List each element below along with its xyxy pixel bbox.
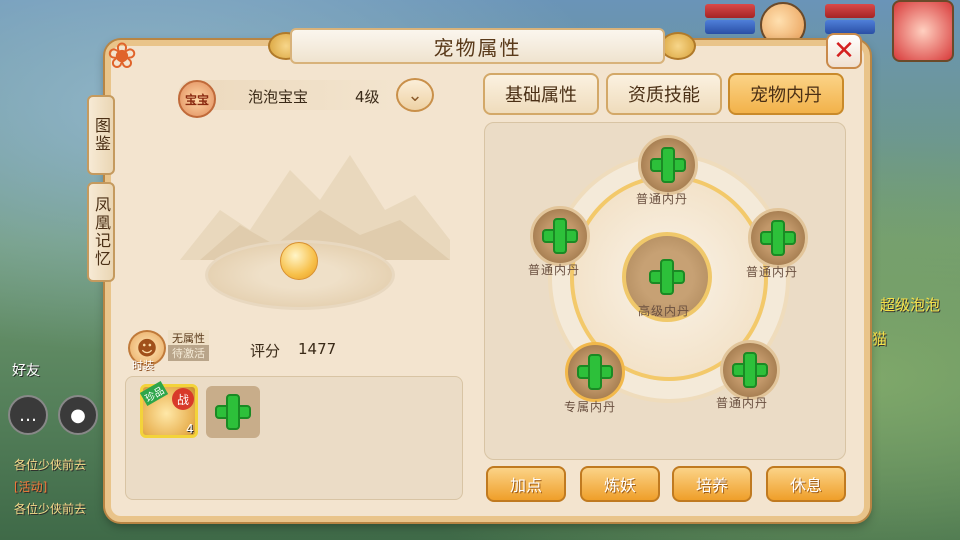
phoenix-icon: ❀ <box>106 35 138 77</box>
pet-sprite[interactable] <box>280 242 318 280</box>
window-title: 宠物属性 <box>290 28 665 64</box>
core-label-left: 普通内丹 <box>528 263 581 277</box>
npc-name: 超级泡泡 <box>880 296 941 314</box>
banner-scroll-right-icon <box>660 32 696 60</box>
mp-bar <box>705 20 755 34</box>
plus-icon <box>760 220 796 256</box>
battle-badge: 战 <box>172 388 194 410</box>
player-hp-bar <box>825 4 875 18</box>
tab-phoenix-memory[interactable]: 凤凰记忆 <box>87 182 115 282</box>
chevron-down-icon[interactable]: ⌄ <box>396 78 434 112</box>
core-slot-right[interactable] <box>748 208 808 268</box>
hp-bar <box>705 4 755 18</box>
close-button[interactable]: ✕ <box>826 33 862 69</box>
player-avatar[interactable] <box>892 0 954 62</box>
activation-status: 待激活 <box>168 345 209 361</box>
core-slot-exclusive[interactable] <box>565 342 625 402</box>
plus-icon <box>215 394 251 430</box>
core-slot-top[interactable] <box>638 135 698 195</box>
core-slot-bottom-right[interactable] <box>720 340 780 400</box>
core-slot-left[interactable] <box>530 206 590 266</box>
core-label-exclusive: 专属内丹 <box>564 400 617 414</box>
score-value: 1477 <box>298 340 337 358</box>
pet-name: 泡泡宝宝 <box>248 88 309 106</box>
friend-label[interactable]: 好友 <box>12 360 40 380</box>
core-label-center: 高级内丹 <box>638 304 691 318</box>
tab-pet-core[interactable]: 宠物内丹 <box>728 73 844 115</box>
core-label-bottom-right: 普通内丹 <box>716 396 769 410</box>
refine-button[interactable]: 炼妖 <box>580 466 660 502</box>
plus-icon <box>650 147 686 183</box>
chat-line: 各位少侠前去 <box>14 458 87 472</box>
tab-aptitude-skills[interactable]: 资质技能 <box>606 73 722 115</box>
add-pet-slot[interactable] <box>206 386 260 438</box>
rest-button[interactable]: 休息 <box>766 466 846 502</box>
npc-name: 猫 <box>872 330 888 348</box>
tab-basic-attributes[interactable]: 基础属性 <box>483 73 599 115</box>
core-label-top: 普通内丹 <box>636 192 689 206</box>
player-mp-bar <box>825 20 875 34</box>
train-button[interactable]: 培养 <box>672 466 752 502</box>
chat-icon[interactable]: … <box>8 395 48 435</box>
microphone-icon[interactable]: ● <box>58 395 98 435</box>
add-points-button[interactable]: 加点 <box>486 466 566 502</box>
plus-icon <box>649 259 685 295</box>
chat-line: [活动] <box>14 480 48 494</box>
attribute-label: 无属性 <box>168 330 209 346</box>
pet-slot-level: 4 <box>186 422 194 436</box>
costume-label: 时装 <box>132 359 154 372</box>
plus-icon <box>577 354 613 390</box>
chat-line: 各位少侠前去 <box>14 502 87 516</box>
tab-encyclopedia[interactable]: 图鉴 <box>87 95 115 175</box>
score-label: 评分 <box>250 342 281 360</box>
core-label-right: 普通内丹 <box>746 265 799 279</box>
pet-level: 4级 <box>355 88 380 106</box>
pet-type-badge: 宝宝 <box>178 80 216 118</box>
plus-icon <box>542 218 578 254</box>
plus-icon <box>732 352 768 388</box>
